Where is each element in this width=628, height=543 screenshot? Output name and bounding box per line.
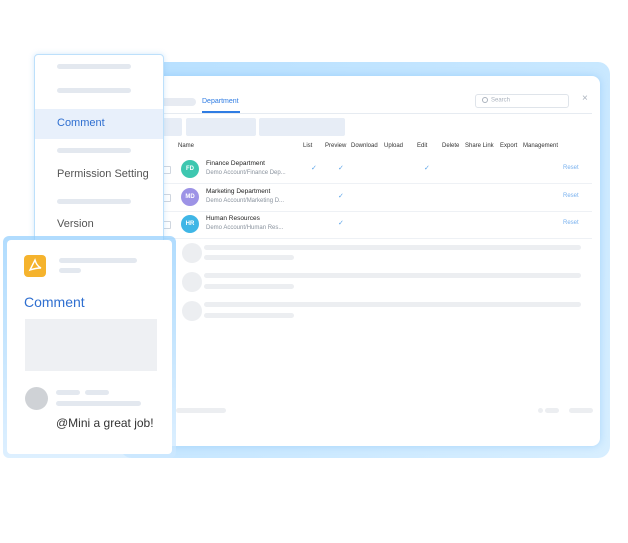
settings-menu: Comment Permission Setting Version: [34, 54, 164, 252]
comment-title: Comment: [24, 294, 85, 310]
menu-placeholder: [57, 199, 131, 204]
avatar: MD: [181, 188, 199, 206]
user-name-placeholder: [56, 390, 80, 395]
toolbar-button[interactable]: [259, 118, 345, 136]
pdf-glyph-icon: [28, 258, 42, 272]
column-header-name: Name: [178, 143, 195, 149]
table-row[interactable]: HR Human Resources Demo Account/Human Re…: [158, 211, 592, 239]
reset-link[interactable]: Reset: [563, 165, 579, 171]
column-header-edit: Edit: [417, 143, 428, 149]
placeholder-line: [204, 273, 581, 278]
department-name: Finance Department: [206, 160, 265, 167]
table-row[interactable]: FD Finance Department Demo Account/Finan…: [158, 156, 592, 184]
column-header-list: List: [303, 143, 313, 149]
search-input[interactable]: Search: [475, 94, 569, 108]
check-icon[interactable]: ✓: [338, 192, 344, 200]
check-icon[interactable]: ✓: [424, 164, 430, 172]
check-icon[interactable]: ✓: [311, 164, 317, 172]
table-row[interactable]: MD Marketing Department Demo Account/Mar…: [158, 184, 592, 212]
placeholder-line: [204, 313, 294, 318]
active-tab-indicator: [202, 111, 240, 113]
avatar: HR: [181, 215, 199, 233]
avatar: FD: [181, 160, 199, 178]
column-header-export: Export: [500, 143, 518, 149]
tab-department[interactable]: Department: [202, 98, 239, 105]
column-header-management: Management: [523, 143, 559, 149]
menu-item-permission-setting[interactable]: Permission Setting: [57, 168, 149, 180]
reset-link[interactable]: Reset: [563, 220, 579, 226]
menu-item-comment[interactable]: Comment: [57, 117, 105, 129]
menu-placeholder: [57, 88, 131, 93]
file-meta-placeholder: [59, 268, 81, 273]
menu-item-version[interactable]: Version: [57, 218, 94, 230]
toolbar-button[interactable]: [186, 118, 256, 136]
permission-window: Department Search × Name List Preview Do…: [128, 76, 600, 446]
close-icon[interactable]: ×: [582, 93, 588, 104]
placeholder-line: [204, 284, 294, 289]
column-header-preview: Preview: [325, 143, 347, 149]
search-icon: [482, 97, 488, 103]
footer-placeholder: [176, 408, 226, 413]
department-name: Marketing Department: [206, 188, 271, 195]
pagination-placeholder[interactable]: [545, 408, 559, 413]
placeholder-avatar: [182, 243, 202, 263]
column-header-share-link: Share Link: [465, 143, 494, 149]
comment-preview-box: [25, 319, 157, 371]
column-header-download: Download: [351, 143, 378, 149]
row-checkbox[interactable]: [163, 194, 171, 202]
placeholder-avatar: [182, 272, 202, 292]
placeholder-line: [204, 302, 581, 307]
comment-line-placeholder: [56, 401, 141, 406]
department-path: Demo Account/Marketing D...: [206, 198, 285, 204]
avatar: [25, 387, 48, 410]
department-path: Demo Account/Finance Dep...: [206, 170, 286, 176]
department-name: Human Resources: [206, 215, 260, 222]
user-meta-placeholder: [85, 390, 109, 395]
row-checkbox[interactable]: [163, 166, 171, 174]
column-header-delete: Delete: [442, 143, 460, 149]
row-checkbox[interactable]: [163, 221, 171, 229]
check-icon[interactable]: ✓: [338, 219, 344, 227]
placeholder-line: [204, 245, 581, 250]
file-name-placeholder: [59, 258, 137, 263]
placeholder-line: [204, 255, 294, 260]
search-placeholder: Search: [491, 97, 511, 104]
menu-placeholder: [57, 148, 131, 153]
menu-placeholder: [57, 64, 131, 69]
pdf-icon: [24, 255, 46, 277]
comment-text: @Mini a great job!: [56, 416, 154, 430]
reset-link[interactable]: Reset: [563, 193, 579, 199]
pagination-placeholder[interactable]: [569, 408, 593, 413]
department-path: Demo Account/Human Res...: [206, 225, 284, 231]
pagination-dot[interactable]: [538, 408, 543, 413]
column-header-upload: Upload: [384, 143, 404, 149]
placeholder-avatar: [182, 301, 202, 321]
check-icon[interactable]: ✓: [338, 164, 344, 172]
comment-card: Comment @Mini a great job!: [7, 240, 172, 454]
